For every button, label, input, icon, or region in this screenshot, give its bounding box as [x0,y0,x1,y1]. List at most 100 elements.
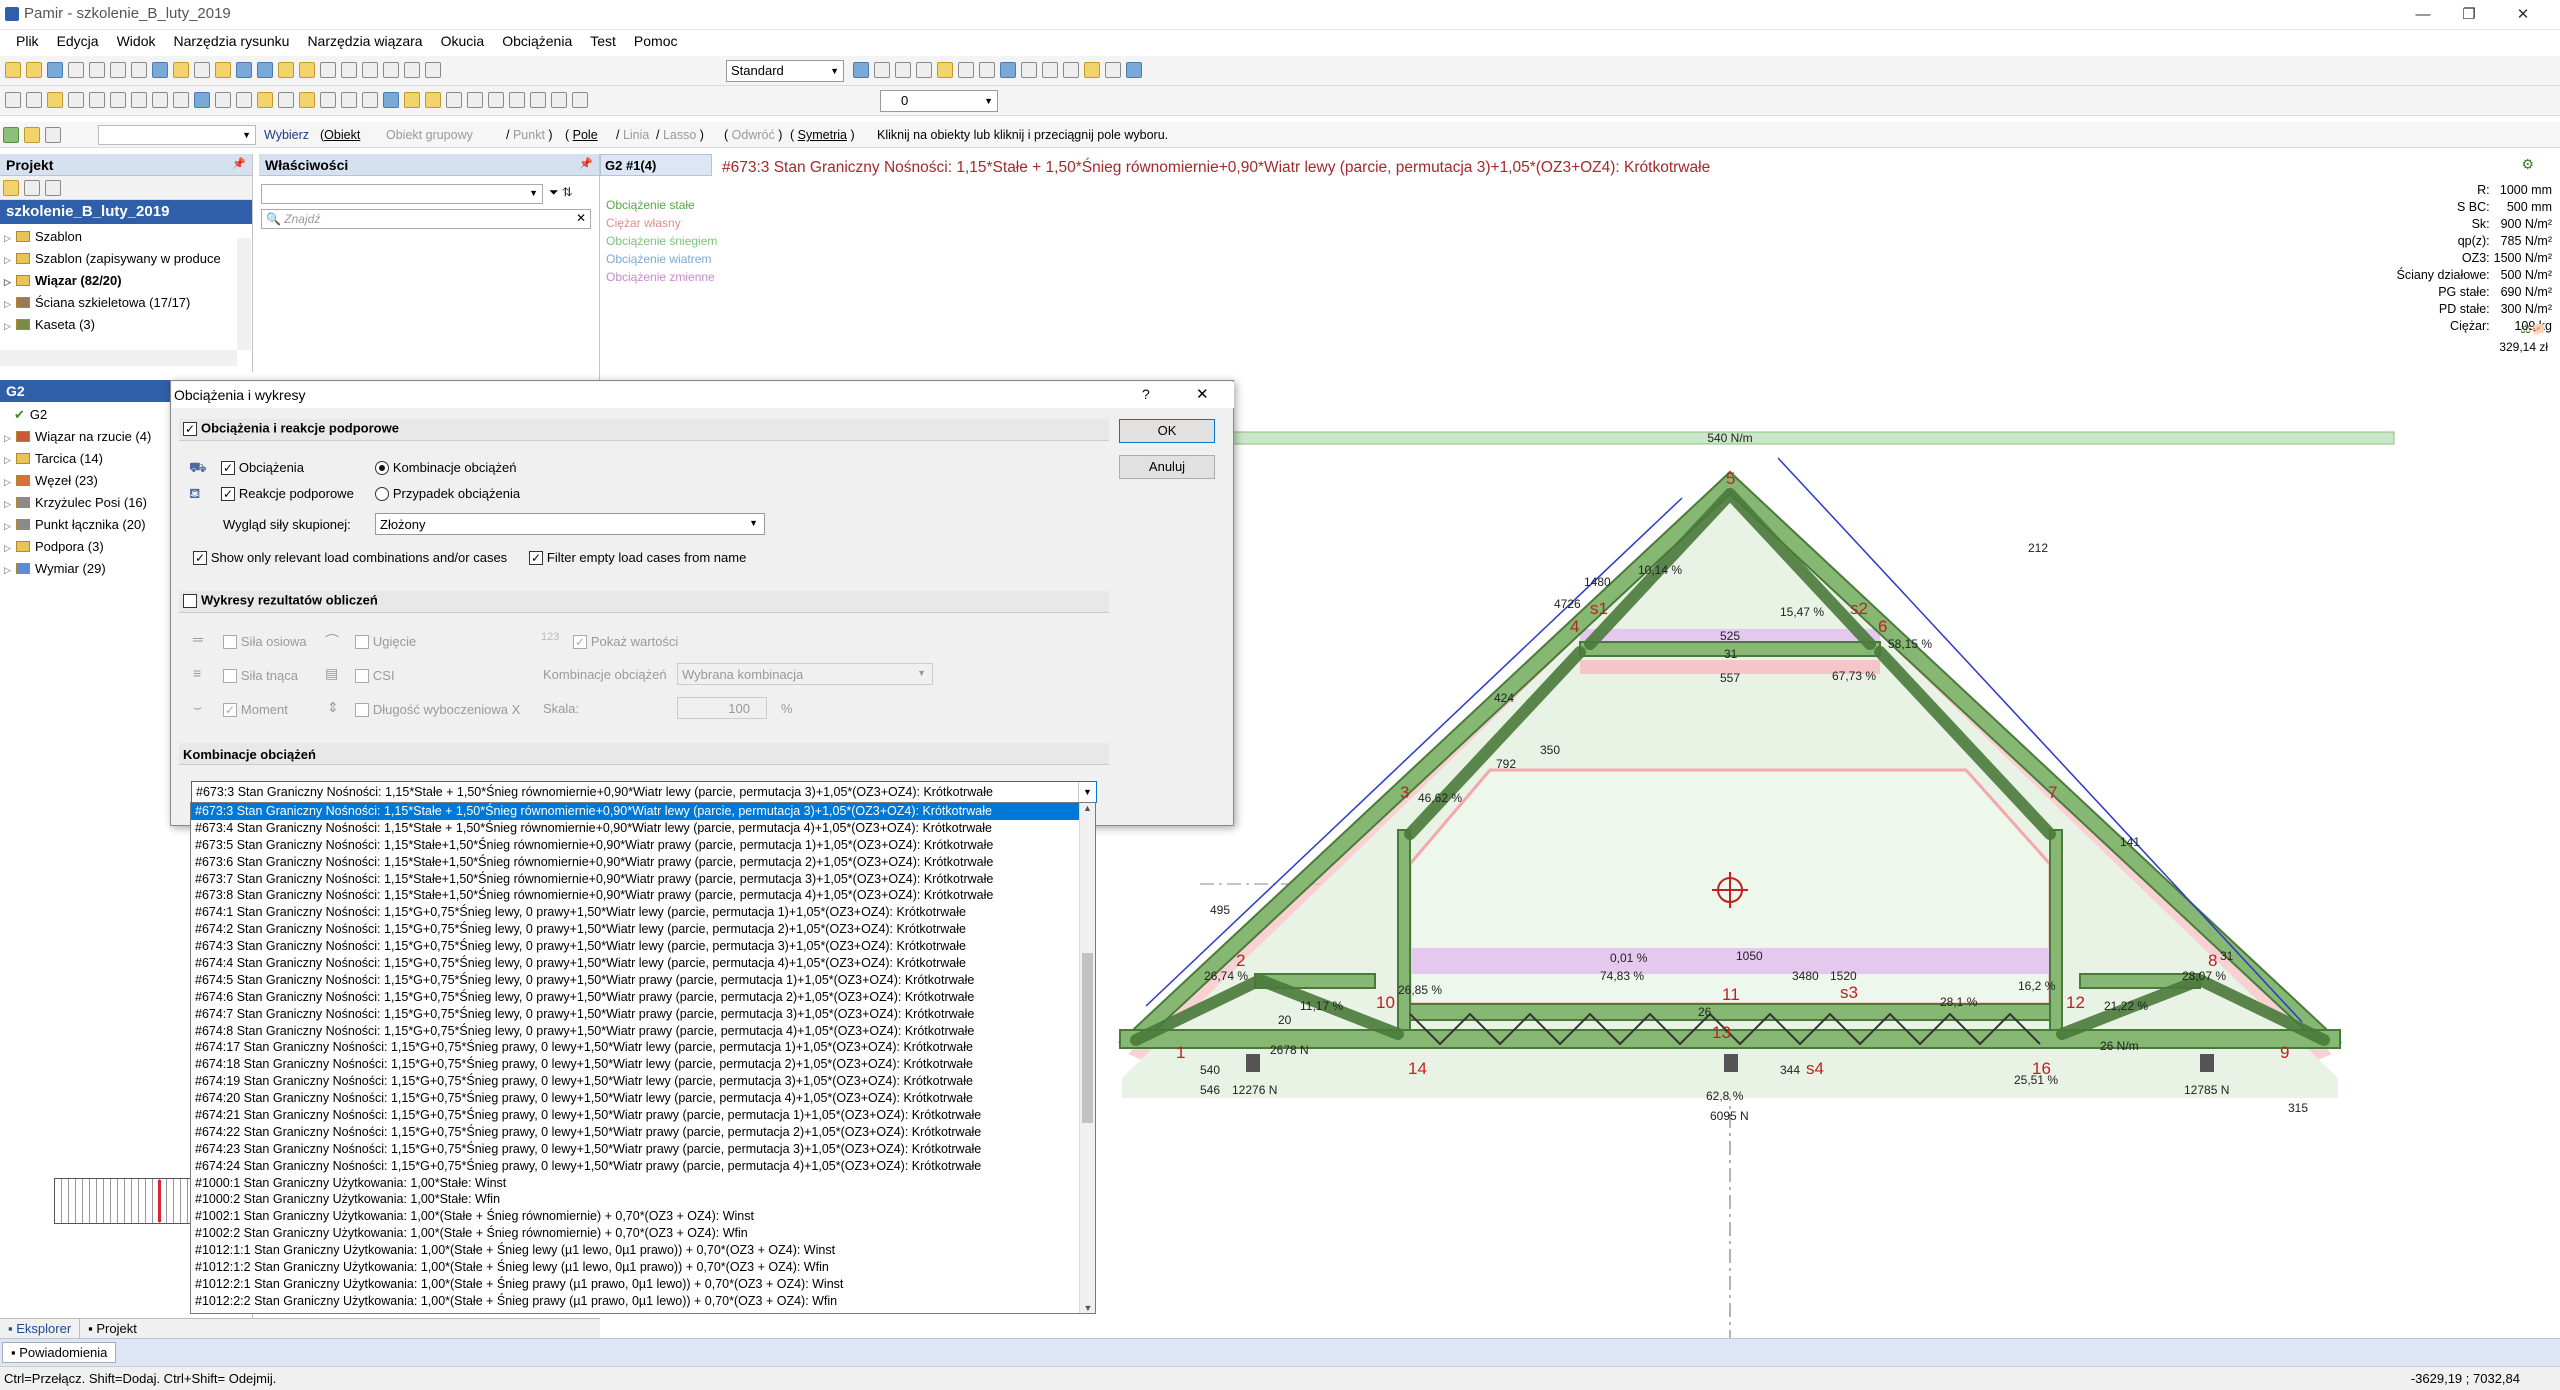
chord-icon[interactable] [89,92,105,108]
polygon-icon[interactable] [937,62,953,78]
combo-select[interactable]: #673:3 Stan Graniczny Nośności: 1,15*Sta… [191,781,1097,803]
load-icon[interactable] [215,92,231,108]
trim-icon[interactable] [958,62,974,78]
combos-radio-row[interactable]: Kombinacje obciążeń [375,459,516,476]
undo-icon[interactable] [68,62,84,78]
frame-icon[interactable] [173,62,189,78]
force-look-select[interactable]: Złożony ▼ [375,513,765,535]
menu-narzedzia-wiazara[interactable]: Narzędzia wiązara [298,30,431,52]
hatch-icon[interactable] [1084,62,1100,78]
ok-button[interactable]: OK [1119,419,1215,443]
combo-option[interactable]: #674:21 Stan Graniczny Nośności: 1,15*G+… [191,1107,1079,1124]
minimize-icon[interactable]: — [2400,0,2446,30]
combo-option[interactable]: #674:8 Stan Graniczny Nośności: 1,15*G+0… [191,1023,1079,1040]
menu-edycja[interactable]: Edycja [48,30,108,52]
scale-icon[interactable] [1042,62,1058,78]
grid-icon[interactable] [1105,62,1121,78]
menu-okucia[interactable]: Okucia [432,30,494,52]
menu-plik[interactable]: Plik [0,30,48,52]
bolt-icon[interactable] [467,92,483,108]
section-loads-checkbox[interactable]: ✓ [183,422,197,436]
save-icon[interactable] [47,62,63,78]
plate-connector-icon[interactable] [425,92,441,108]
layer-icon[interactable] [278,92,294,108]
combo-option[interactable]: #674:6 Stan Graniczny Nośności: 1,15*G+0… [191,989,1079,1006]
menu-pomoc[interactable]: Pomoc [625,30,687,52]
align-icon[interactable] [320,92,336,108]
circle-icon[interactable] [895,62,911,78]
tree-szablon-produkcja[interactable]: ▷ Szablon (zapisywany w produce [4,248,248,270]
sel-pole[interactable]: ( Pole [565,128,598,142]
view-icon[interactable] [152,62,168,78]
open-icon[interactable] [26,62,42,78]
line-icon[interactable] [853,62,869,78]
strap-icon[interactable] [530,92,546,108]
rotate-icon[interactable] [1021,62,1037,78]
extend-icon[interactable] [1063,62,1079,78]
combo-option[interactable]: #674:1 Stan Graniczny Nośności: 1,15*G+0… [191,904,1079,921]
import-icon[interactable] [257,62,273,78]
combo-option[interactable]: #674:23 Stan Graniczny Nośności: 1,15*G+… [191,1141,1079,1158]
properties-object-select[interactable]: ▼ [261,184,543,204]
combo-option[interactable]: #1012:1:1 Stan Graniczny Użytkowania: 1,… [191,1242,1079,1259]
rect-icon[interactable] [916,62,932,78]
tool-icon[interactable] [257,92,273,108]
zoom-icon[interactable] [362,62,378,78]
angle-icon[interactable] [551,92,567,108]
combo-option[interactable]: #1012:1:2 Stan Graniczny Użytkowania: 1,… [191,1259,1079,1276]
tree-wiazar[interactable]: ▷ Wiązar (82/20) [4,270,248,292]
combo-option[interactable]: #674:18 Stan Graniczny Nośności: 1,15*G+… [191,1056,1079,1073]
wall-icon[interactable] [152,92,168,108]
brush-icon[interactable] [26,92,42,108]
beam-icon[interactable] [131,92,147,108]
tree-szablon[interactable]: ▷ Szablon [4,226,248,248]
snap-icon[interactable] [404,62,420,78]
close-window-icon[interactable]: ✕ [2500,0,2546,30]
dim-icon[interactable] [299,92,315,108]
combo-option[interactable]: #1012:2:1 Stan Graniczny Użytkowania: 1,… [191,1276,1079,1293]
tree-kaseta[interactable]: ▷ Kaseta (3) [4,314,248,336]
combo-option[interactable]: #673:5 Stan Graniczny Nośności: 1,15*Sta… [191,837,1079,854]
dropdown-scroll-thumb[interactable] [1082,953,1093,1123]
nail-icon[interactable] [446,92,462,108]
pointer-icon[interactable] [299,62,315,78]
dialog-help-icon[interactable]: ? [1142,386,1150,402]
reactions-checkbox-row[interactable]: ✓ Reakcje podporowe [221,485,354,502]
print-icon[interactable] [215,62,231,78]
combo-option[interactable]: #674:3 Stan Graniczny Nośności: 1,15*G+0… [191,938,1079,955]
export-icon[interactable] [236,62,252,78]
bulb-icon[interactable] [47,92,63,108]
connector-icon[interactable] [404,92,420,108]
select-label[interactable]: Wybierz [264,128,309,142]
combo-option[interactable]: #674:20 Stan Graniczny Nośności: 1,15*G+… [191,1090,1079,1107]
tab-eksplorer[interactable]: ▪ Eksplorer [0,1319,81,1338]
combo-option[interactable]: #673:7 Stan Graniczny Nośności: 1,15*Sta… [191,871,1079,888]
combo-option[interactable]: #673:8 Stan Graniczny Nośności: 1,15*Sta… [191,887,1079,904]
combo-dropdown-list[interactable]: #673:3 Stan Graniczny Nośności: 1,15*Sta… [190,802,1096,1314]
minimap-preview[interactable] [54,1178,194,1224]
combo-option[interactable]: #1000:2 Stan Graniczny Użytkowania: 1,00… [191,1191,1079,1208]
combo-option[interactable]: #674:19 Stan Graniczny Nośności: 1,15*G+… [191,1073,1079,1090]
combo-option[interactable]: #674:2 Stan Graniczny Nośności: 1,15*G+0… [191,921,1079,938]
menu-obciazenia[interactable]: Obciążenia [493,30,581,52]
redo-icon[interactable] [89,62,105,78]
filter-empty-row[interactable]: ✓ Filter empty load cases from name [529,549,746,566]
sel-obiekt[interactable]: (Obiekt [320,128,360,142]
measure-icon[interactable] [383,62,399,78]
tab-projekt[interactable]: ▪ Projekt [80,1319,145,1338]
menu-narzedzia-rysunku[interactable]: Narzędzia rysunku [165,30,299,52]
project-name[interactable]: szkolenie_B_luty_2019 [0,200,252,224]
combo-option[interactable]: #674:22 Stan Graniczny Nośności: 1,15*G+… [191,1124,1079,1141]
plate-icon[interactable] [173,92,189,108]
cancel-button[interactable]: Anuluj [1119,455,1215,479]
paste-icon[interactable] [131,62,147,78]
text-icon[interactable] [194,62,210,78]
style-select[interactable]: Standard ▼ [726,60,844,82]
project-scrollbar[interactable] [237,238,251,350]
layer-select[interactable]: 0 ▼ [880,90,998,112]
bracket-icon[interactable] [509,92,525,108]
web-icon[interactable] [110,92,126,108]
support-icon[interactable] [194,92,210,108]
filter-select[interactable]: ▼ [98,125,256,145]
menu-test[interactable]: Test [581,30,625,52]
